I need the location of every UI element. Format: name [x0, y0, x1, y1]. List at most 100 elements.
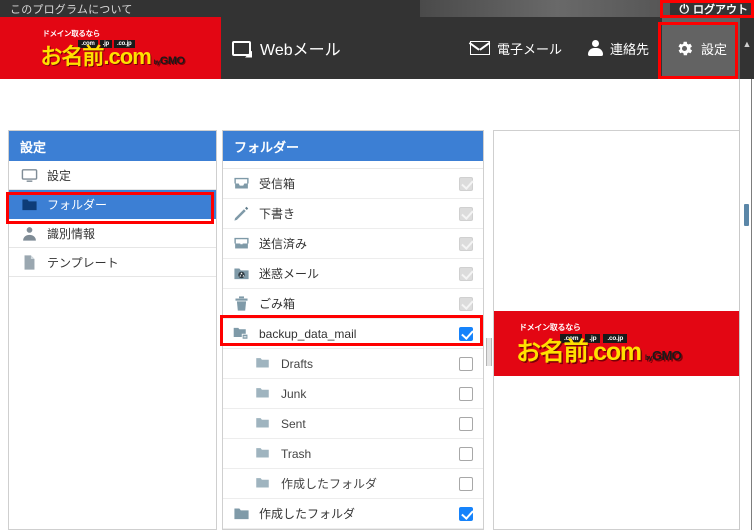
folder-row-drafts[interactable]: 下書き [223, 199, 483, 229]
mail-icon [469, 41, 490, 55]
folder-icon [255, 475, 272, 492]
logo-wordmark: お名前 .com byGMO [40, 44, 185, 70]
inbox-icon [233, 175, 250, 192]
folder-row-trash-label: ごみ箱 [259, 297, 296, 311]
sidebar-item-settings[interactable]: 設定 [9, 161, 216, 190]
sidebar-item-folders[interactable]: フォルダー [9, 190, 216, 219]
about-program-link[interactable]: このプログラムについて [0, 1, 133, 17]
folder-row-sent-label: 送信済み [259, 237, 308, 251]
folder-row-sent-sub[interactable]: Sent [223, 409, 483, 439]
folder-row-trash-checkbox [459, 296, 473, 311]
ad-by: by [644, 355, 653, 363]
ad-brand-prefix: お名前 [516, 338, 589, 367]
folder-row-created-folder-label: 作成したフォルダ [259, 507, 356, 521]
trash-icon [233, 295, 250, 312]
folder-panel-title: フォルダー [234, 139, 300, 155]
folder-icon [255, 445, 272, 462]
folder-row-backup-data-mail-checkbox[interactable] [459, 326, 473, 341]
folder-icon [255, 385, 272, 402]
scrollbar-thumb[interactable] [744, 204, 749, 226]
logout-label: ログアウト [693, 3, 748, 16]
power-icon: ⏻ [679, 1, 690, 16]
logo-gmo: GMO [159, 55, 185, 68]
folder-icon [255, 355, 272, 372]
nav-item-settings[interactable]: 設定 [661, 17, 740, 79]
onamae-ad-banner[interactable]: ドメイン取るなら .com .jp .co.jp お名前 .com byGMO [494, 311, 739, 376]
logo-brand-prefix: お名前 [40, 44, 104, 70]
folder-row-sent[interactable]: 送信済み [223, 229, 483, 259]
folder-row-created-folder-sub[interactable]: 作成したフォルダ [223, 469, 483, 499]
topbar-gradient-region [420, 0, 670, 17]
sidebar-item-templates-label: テンプレート [47, 255, 119, 270]
folder-row-trash[interactable]: ごみ箱 [223, 289, 483, 319]
folder-panel-header: フォルダー [223, 131, 483, 161]
search-icon[interactable] [451, 138, 473, 152]
screen-icon [232, 40, 251, 56]
monitor-icon [21, 167, 38, 184]
folder-row-junk-sub-label: Junk [281, 386, 307, 401]
folder-row-created-folder-sub-label: 作成したフォルダ [281, 477, 378, 491]
caret-up-icon[interactable]: ▲ [740, 17, 754, 79]
folder-row-inbox-label: 受信箱 [259, 177, 296, 191]
ad-gmo: GMO [651, 348, 682, 364]
folder-row-created-folder-sub-checkbox[interactable] [459, 476, 473, 491]
settings-panel-title: 設定 [20, 139, 47, 155]
folder-row-junk-sub-checkbox[interactable] [459, 386, 473, 401]
sidebar-item-identity-label: 識別情報 [47, 226, 96, 241]
folder-list: 受信箱 下書き 送信済み 迷惑メール ごみ箱 backup_data_mail … [223, 161, 483, 529]
folder-row-trash-sub-checkbox[interactable] [459, 446, 473, 461]
folder-row-created-folder[interactable]: 作成したフォルダ [223, 499, 483, 529]
folder-row-trash-sub-label: Trash [281, 446, 312, 461]
logo-brand-suffix: .com [103, 44, 151, 70]
nav-item-email-label: 電子メール [496, 41, 562, 57]
folder-row-inbox[interactable]: 受信箱 [223, 169, 483, 199]
folder-row-sent-sub-label: Sent [281, 416, 306, 431]
top-utility-bar: このプログラムについて ⏻ ログアウト [0, 0, 754, 17]
right-panel: ドメイン取るなら .com .jp .co.jp お名前 .com byGMO [493, 130, 740, 530]
logo-tagline: ドメイン取るなら [42, 28, 101, 38]
logout-button[interactable]: ⏻ ログアウト [680, 0, 749, 17]
sidebar-item-identity[interactable]: 識別情報 [9, 219, 216, 248]
identity-icon [21, 225, 38, 242]
gear-icon [675, 39, 694, 58]
folder-row-backup-data-mail-label: backup_data_mail [259, 326, 357, 341]
panel-splitter-handle[interactable] [486, 338, 492, 366]
ad-tagline: ドメイン取るなら [519, 322, 581, 332]
content-area: 設定 設定 フォルダー 識別情報 テンプレート フォルダー 受信箱 下書き 送信… [0, 79, 754, 530]
app-header: ドメイン取るなら .com .jp .co.jp お名前 .com byGMO W… [0, 17, 754, 79]
folder-row-drafts-sub-checkbox[interactable] [459, 356, 473, 371]
logo-bygmo: byGMO [154, 56, 185, 67]
folder-row-sent-checkbox [459, 236, 473, 251]
folder-row-created-folder-checkbox[interactable] [459, 506, 473, 521]
webmail-tab[interactable]: Webメール [232, 17, 341, 79]
sidebar-item-folders-label: フォルダー [47, 197, 108, 212]
folder-row-drafts-sub[interactable]: Drafts [223, 349, 483, 379]
folder-row-drafts-checkbox [459, 206, 473, 221]
junk-icon [233, 265, 250, 282]
folder-row-junk[interactable]: 迷惑メール [223, 259, 483, 289]
sidebar-item-settings-label: 設定 [47, 168, 72, 183]
page-scrollbar[interactable] [739, 79, 754, 530]
folder-row-backup-data-mail[interactable]: backup_data_mail [223, 319, 483, 349]
ad-wordmark: お名前 .com byGMO [516, 338, 682, 367]
folder-row-inbox-checkbox [459, 176, 473, 191]
folders-icon [233, 325, 250, 342]
folder-icon [255, 415, 272, 432]
settings-list: 設定 フォルダー 識別情報 テンプレート [9, 161, 216, 277]
person-icon [587, 40, 603, 56]
folder-row-trash-sub[interactable]: Trash [223, 439, 483, 469]
folder-row-junk-checkbox [459, 266, 473, 281]
nav-item-email[interactable]: 電子メール [457, 17, 575, 79]
folder-list-spacer [223, 161, 483, 169]
sidebar-item-templates[interactable]: テンプレート [9, 248, 216, 277]
folder-row-sent-sub-checkbox[interactable] [459, 416, 473, 431]
onamae-logo[interactable]: ドメイン取るなら .com .jp .co.jp お名前 .com byGMO [0, 17, 221, 79]
folder-row-junk-sub[interactable]: Junk [223, 379, 483, 409]
header-nav: 電子メール 連絡先 設定 ▲ [457, 17, 754, 79]
nav-item-settings-label: 設定 [700, 41, 727, 57]
nav-item-contacts[interactable]: 連絡先 [575, 17, 662, 79]
window-edge-line [751, 79, 752, 530]
ad-bygmo: byGMO [644, 348, 682, 364]
folder-row-drafts-label: 下書き [259, 207, 296, 221]
folder-row-junk-label: 迷惑メール [259, 267, 320, 281]
